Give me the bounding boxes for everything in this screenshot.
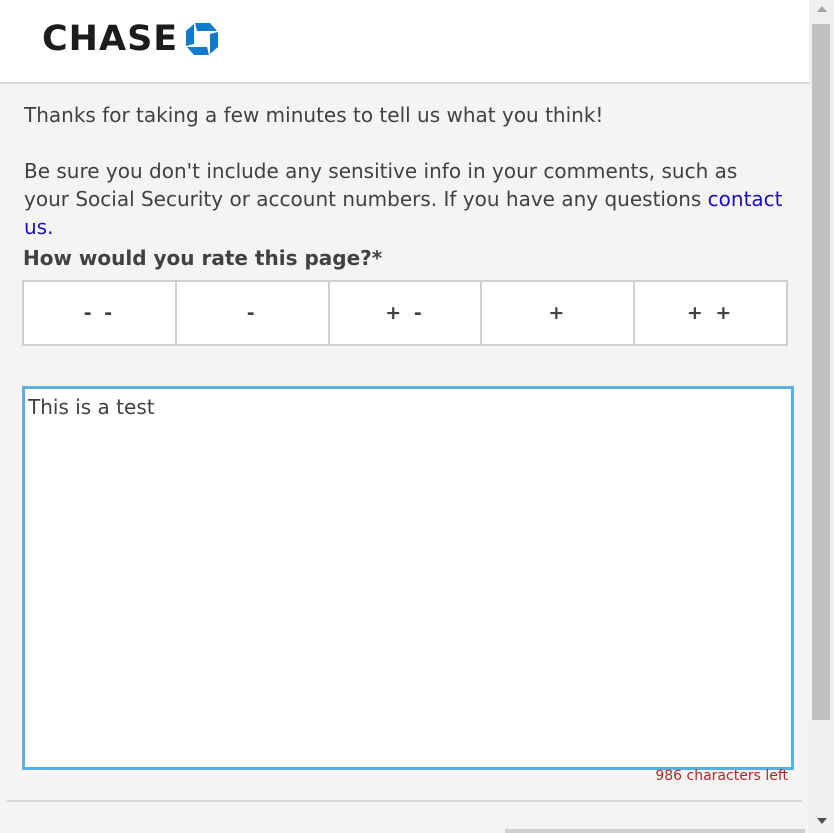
rating-options: - - - + - + + + — [22, 280, 788, 346]
next-section-edge — [505, 829, 805, 833]
rating-button-negative[interactable]: - — [174, 280, 330, 346]
thanks-text: Thanks for taking a few minutes to tell … — [24, 103, 604, 127]
vertical-scrollbar[interactable] — [809, 0, 834, 833]
rating-button-very-negative[interactable]: - - — [22, 280, 177, 346]
notice-text: Be sure you don't include any sensitive … — [24, 159, 738, 211]
rating-button-positive[interactable]: + — [480, 280, 636, 346]
scroll-up-arrow-icon[interactable] — [817, 6, 827, 12]
scrollbar-thumb[interactable] — [812, 24, 830, 720]
feedback-page: CHASE Thanks for taking a few minutes to… — [0, 0, 834, 833]
rating-button-neutral[interactable]: + - — [327, 280, 483, 346]
header: CHASE — [0, 0, 809, 84]
characters-left-counter: 986 characters left — [655, 768, 788, 784]
divider — [7, 800, 802, 802]
chase-logo: CHASE — [42, 20, 220, 58]
intro-section: Thanks for taking a few minutes to tell … — [24, 84, 788, 241]
rating-question: How would you rate this page?* — [23, 246, 383, 270]
comment-textarea[interactable] — [22, 386, 794, 770]
rating-button-very-positive[interactable]: + + — [633, 280, 788, 346]
brand-name: CHASE — [42, 19, 179, 59]
scroll-down-arrow-icon[interactable] — [817, 818, 827, 824]
chase-octagon-icon — [186, 23, 219, 55]
sensitive-info-notice: Be sure you don't include any sensitive … — [24, 157, 788, 241]
